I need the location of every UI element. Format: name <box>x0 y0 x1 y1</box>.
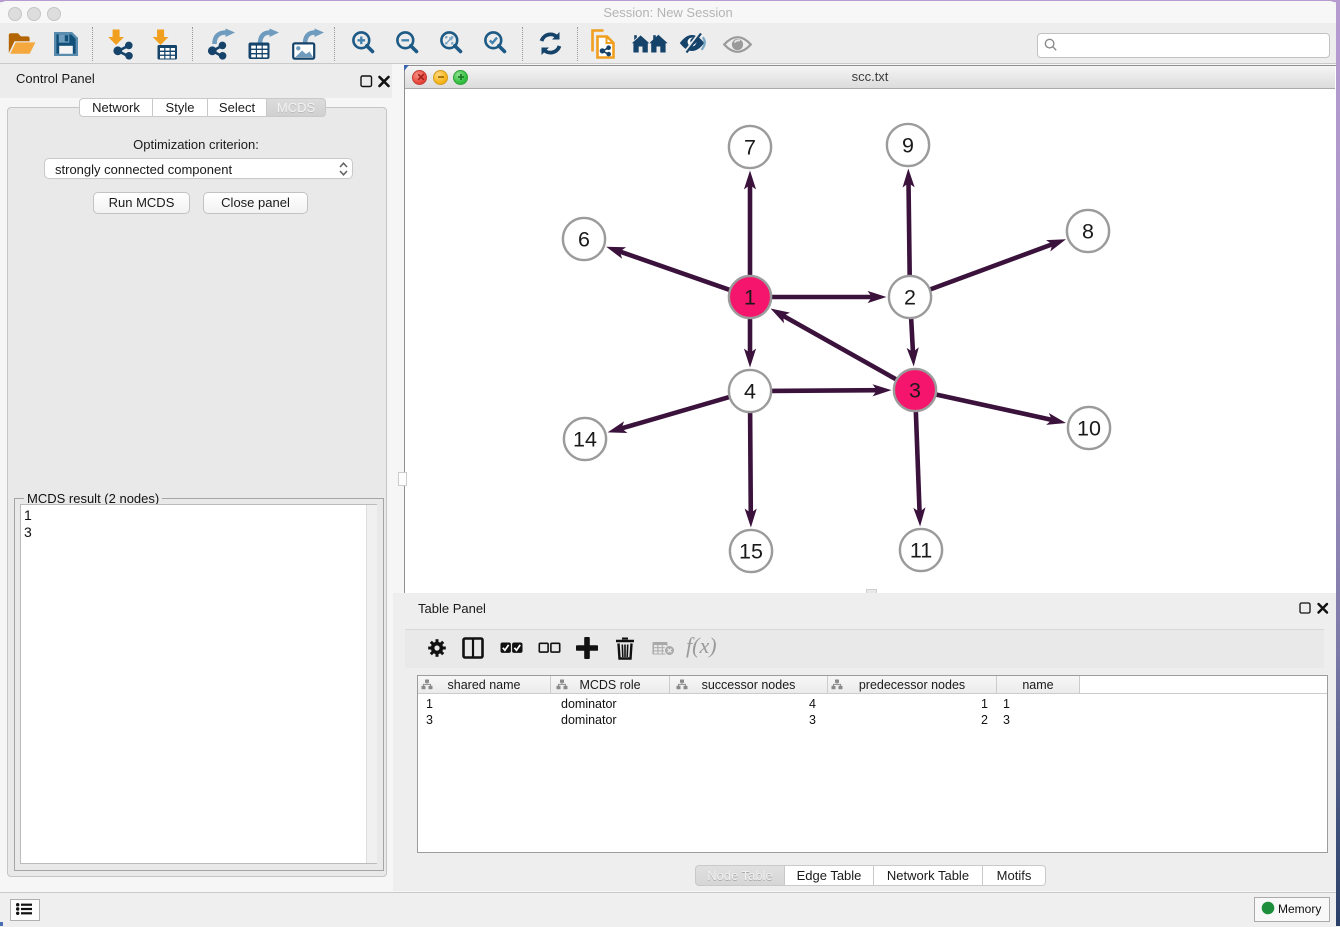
svg-text:14: 14 <box>573 428 597 452</box>
svg-text:3: 3 <box>909 379 921 403</box>
svg-text:15: 15 <box>739 540 763 564</box>
svg-text:1: 1 <box>744 286 756 310</box>
svg-text:6: 6 <box>578 228 590 252</box>
svg-text:2: 2 <box>904 286 916 310</box>
svg-text:8: 8 <box>1082 220 1094 244</box>
svg-text:4: 4 <box>744 380 756 404</box>
svg-text:7: 7 <box>744 136 756 160</box>
svg-text:11: 11 <box>910 539 932 563</box>
svg-text:9: 9 <box>902 134 914 158</box>
svg-text:10: 10 <box>1077 417 1101 441</box>
